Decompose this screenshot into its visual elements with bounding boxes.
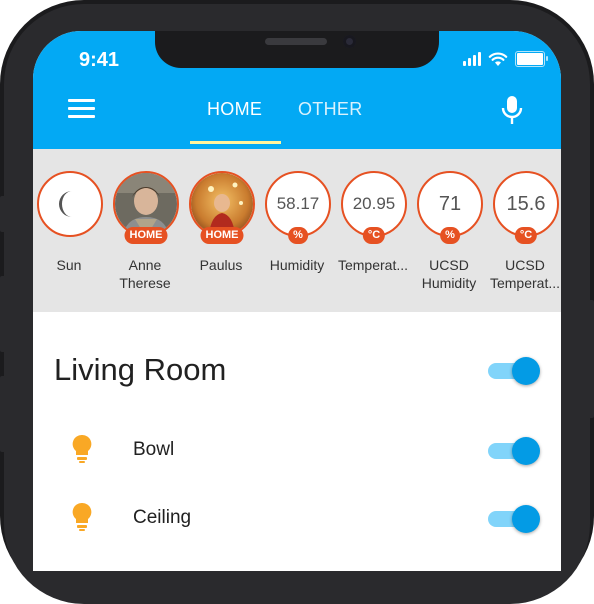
badge-person-paulus[interactable]: HOME Paulus bbox=[184, 171, 258, 274]
badges-bar: Sun HOME Anne Therese HOME Paulus 58.17 … bbox=[33, 149, 561, 312]
notch bbox=[155, 31, 439, 68]
entity-name[interactable]: Ceiling bbox=[133, 507, 191, 529]
badge-circle: 58.17 % bbox=[265, 171, 331, 244]
badge-person-anne-therese[interactable]: HOME Anne Therese bbox=[108, 171, 182, 292]
badge-sensor-ucsd-humidity[interactable]: 71 % UCSD Humidity bbox=[412, 171, 486, 292]
status-time: 9:41 bbox=[79, 49, 120, 71]
badge-circle: HOME bbox=[113, 171, 179, 244]
badge-tag: °C bbox=[362, 227, 386, 244]
lightbulb-icon bbox=[72, 434, 92, 463]
badge-tag: % bbox=[288, 227, 308, 244]
badge-label: UCSD Temperat... bbox=[489, 257, 561, 291]
front-camera bbox=[343, 35, 356, 48]
microphone-icon[interactable] bbox=[501, 95, 523, 125]
badge-value: 15.6 bbox=[506, 192, 546, 215]
badge-sun[interactable]: Sun bbox=[33, 171, 106, 274]
battery-icon bbox=[515, 51, 548, 67]
badge-circle: 71 % bbox=[417, 171, 483, 244]
person-photo bbox=[191, 173, 253, 235]
person-photo bbox=[115, 173, 177, 235]
mute-switch bbox=[0, 196, 6, 232]
badge-circle: HOME bbox=[189, 171, 255, 244]
badge-tag: °C bbox=[514, 227, 538, 244]
badge-label: Temperat... bbox=[337, 257, 409, 273]
badge-sensor-temperature[interactable]: 20.95 °C Temperat... bbox=[336, 171, 410, 274]
badge-label: Sun bbox=[56, 257, 82, 273]
badge-sensor-humidity[interactable]: 58.17 % Humidity bbox=[260, 171, 334, 274]
entity-name[interactable]: Bowl bbox=[133, 439, 174, 461]
room-title: Living Room bbox=[54, 352, 227, 387]
toggle-thumb bbox=[512, 505, 540, 533]
volume-up-button bbox=[0, 276, 6, 352]
badge-circle bbox=[37, 171, 103, 237]
moon-icon bbox=[59, 191, 72, 217]
status-icons bbox=[463, 51, 548, 67]
tab-other[interactable]: OTHER bbox=[298, 99, 363, 120]
toggle-thumb bbox=[512, 437, 540, 465]
power-button bbox=[588, 300, 594, 418]
badge-tag: HOME bbox=[200, 227, 244, 244]
badge-label: Anne Therese bbox=[119, 257, 171, 291]
entity-toggle-ceiling[interactable] bbox=[488, 502, 540, 536]
badge-label: Humidity bbox=[269, 257, 325, 273]
volume-down-button bbox=[0, 376, 6, 452]
toggle-thumb bbox=[512, 357, 540, 385]
speaker-grille bbox=[265, 38, 327, 45]
badge-label: Paulus bbox=[199, 257, 243, 273]
lightbulb-icon bbox=[72, 502, 92, 531]
battery-level-fill bbox=[517, 53, 543, 65]
room-toggle[interactable] bbox=[488, 354, 540, 388]
wifi-icon bbox=[488, 52, 508, 66]
badge-value: 58.17 bbox=[276, 194, 320, 213]
app-screen: 9:41 HOME OTHER Sun HOME Anne Therese HO… bbox=[33, 31, 561, 571]
active-tab-indicator bbox=[190, 141, 281, 144]
badge-circle: 20.95 °C bbox=[341, 171, 407, 244]
tab-home[interactable]: HOME bbox=[207, 99, 262, 120]
entity-toggle-bowl[interactable] bbox=[488, 434, 540, 468]
badge-sensor-ucsd-temperature[interactable]: 15.6 °C UCSD Temperat... bbox=[488, 171, 561, 292]
badge-value: 71 bbox=[438, 192, 462, 215]
badge-value: 20.95 bbox=[352, 194, 396, 213]
badge-circle: 15.6 °C bbox=[493, 171, 559, 244]
badge-label: UCSD Humidity bbox=[421, 257, 477, 291]
badge-tag: HOME bbox=[124, 227, 168, 244]
cellular-signal-icon bbox=[463, 52, 481, 66]
badge-tag: % bbox=[440, 227, 460, 244]
room-card: Living Room Bowl Ceiling bbox=[33, 312, 561, 571]
hamburger-menu-icon[interactable] bbox=[68, 99, 95, 119]
